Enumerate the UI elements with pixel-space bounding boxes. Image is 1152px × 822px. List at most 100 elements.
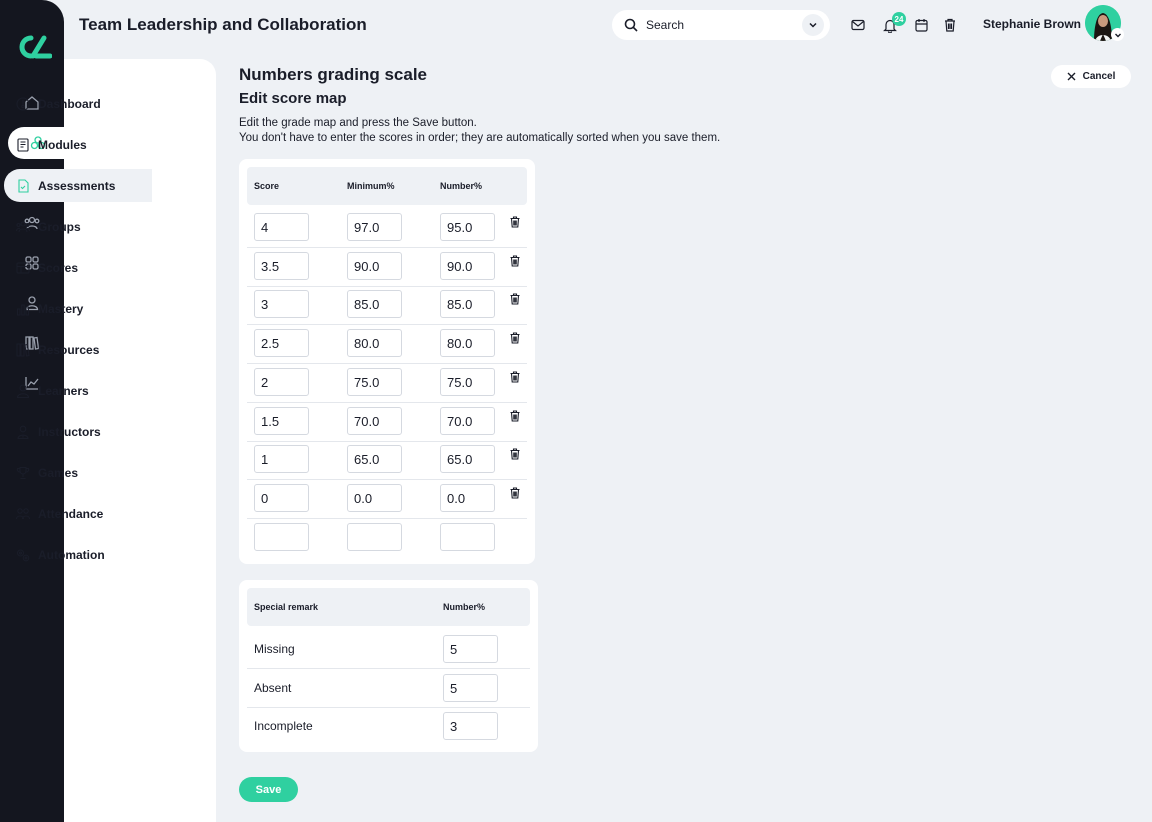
chevron-down-icon [1114, 33, 1121, 37]
subnav-label: Mastery [38, 301, 84, 316]
chevron-down-icon [809, 22, 817, 28]
delete-row-button[interactable] [509, 409, 521, 423]
calendar-button[interactable] [913, 17, 929, 33]
instructor-icon [17, 425, 29, 439]
remark-number-input[interactable] [443, 674, 498, 702]
special-remark-label: Incomplete [254, 719, 313, 733]
subnav-item-attendance[interactable]: Attendance [4, 497, 152, 530]
delete-row-button[interactable] [509, 254, 521, 268]
subnav-label: Scores [38, 260, 79, 275]
column-header-score: Score [254, 181, 280, 191]
minimum-input[interactable] [347, 252, 402, 280]
column-header-minimum: Minimum% [347, 181, 395, 191]
score-input[interactable] [254, 368, 309, 396]
number-input[interactable] [440, 252, 495, 280]
subnav-item-scores[interactable]: Scores [4, 251, 152, 284]
remark-number-input[interactable] [443, 712, 498, 740]
score-input[interactable] [254, 407, 309, 435]
minimum-input[interactable] [347, 368, 402, 396]
trash-icon [510, 216, 520, 228]
delete-row-button[interactable] [509, 486, 521, 500]
score-input[interactable] [254, 329, 309, 357]
minimum-input[interactable] [347, 445, 402, 473]
user-menu-toggle[interactable] [1111, 28, 1124, 41]
cancel-button[interactable]: Cancel [1051, 65, 1131, 88]
delete-row-button[interactable] [509, 370, 521, 384]
cancel-label: Cancel [1082, 71, 1116, 82]
instruction-text: Edit the grade map and press the Save bu… [239, 117, 477, 129]
subnav-item-learners[interactable]: Learners [4, 374, 152, 407]
number-input[interactable] [440, 213, 495, 241]
minimum-input[interactable] [347, 407, 402, 435]
minimum-input[interactable] [347, 523, 402, 551]
save-button[interactable]: Save [239, 777, 298, 802]
groups-icon [16, 220, 30, 232]
row-divider [247, 518, 527, 519]
trophy-icon [16, 466, 30, 479]
number-input[interactable] [440, 445, 495, 473]
score-input[interactable] [254, 290, 309, 318]
document-icon [18, 178, 29, 193]
subnav-label: Modules [38, 137, 87, 152]
number-input[interactable] [440, 484, 495, 512]
minimum-input[interactable] [347, 329, 402, 357]
delete-row-button[interactable] [509, 292, 521, 306]
score-input[interactable] [254, 523, 309, 551]
subnav-item-instructors[interactable]: Instructors [4, 415, 152, 448]
icon-rail [0, 0, 64, 822]
page-subtitle: Edit score map [239, 90, 347, 107]
search-dropdown-toggle[interactable] [802, 14, 824, 36]
subnav-item-games[interactable]: Games [4, 456, 152, 489]
subnav-item-automation[interactable]: Automation [4, 538, 152, 571]
number-input[interactable] [440, 407, 495, 435]
minimum-input[interactable] [347, 484, 402, 512]
subnav-label: Instructors [38, 424, 101, 439]
remark-number-input[interactable] [443, 635, 498, 663]
subnav-item-assessments[interactable]: Assessments [4, 169, 152, 202]
row-divider [247, 324, 527, 325]
delete-row-button[interactable] [509, 447, 521, 461]
trash-icon [510, 293, 520, 305]
number-input[interactable] [440, 368, 495, 396]
score-input[interactable] [254, 213, 309, 241]
number-input[interactable] [440, 523, 495, 551]
subnav-item-modules[interactable]: Modules [4, 128, 152, 161]
delete-row-button[interactable] [509, 215, 521, 229]
minimum-input[interactable] [347, 290, 402, 318]
special-remark-label: Absent [254, 681, 292, 695]
trash-icon [510, 448, 520, 460]
attendance-icon [16, 507, 30, 519]
column-header-number: Number% [440, 181, 483, 191]
subnav-label: Groups [38, 219, 81, 234]
score-input[interactable] [254, 445, 309, 473]
subnav-item-dashboard[interactable]: Dashboard [4, 87, 152, 120]
table-icon [16, 261, 30, 274]
subnav-label: Assessments [38, 178, 116, 193]
gears-icon [16, 548, 30, 561]
delete-row-button[interactable] [509, 331, 521, 345]
subnav-item-resources[interactable]: Resources [4, 333, 152, 366]
trash-button[interactable] [942, 17, 958, 33]
row-divider [247, 707, 530, 708]
logo-icon[interactable] [12, 30, 52, 64]
subnav-label: Games [38, 465, 79, 480]
subnav-item-mastery[interactable]: Mastery [4, 292, 152, 325]
row-divider [247, 668, 530, 669]
subnav-label: Attendance [38, 506, 104, 521]
mail-button[interactable] [850, 17, 866, 33]
subnav-label: Resources [38, 342, 100, 357]
search-bar[interactable] [612, 10, 830, 40]
subnav-item-groups[interactable]: Groups [4, 210, 152, 243]
mail-icon [851, 19, 865, 31]
trash-icon [510, 371, 520, 383]
search-input[interactable] [646, 18, 802, 32]
score-input[interactable] [254, 252, 309, 280]
minimum-input[interactable] [347, 213, 402, 241]
books-icon [16, 342, 30, 357]
user-name: Stephanie Brown [983, 17, 1082, 31]
subnav-label: Dashboard [38, 96, 101, 111]
search-icon [624, 18, 638, 32]
number-input[interactable] [440, 290, 495, 318]
number-input[interactable] [440, 329, 495, 357]
score-input[interactable] [254, 484, 309, 512]
